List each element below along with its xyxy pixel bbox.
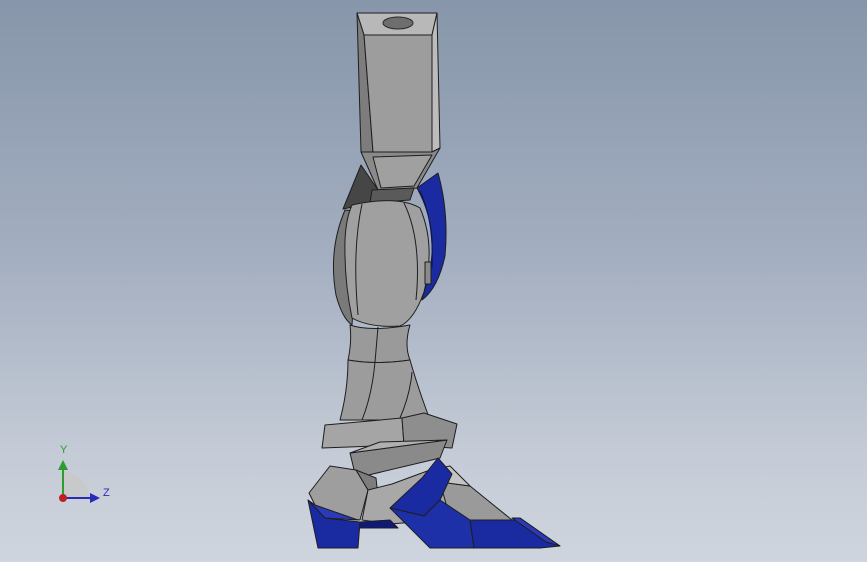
thigh-top-hole [382, 16, 414, 30]
shin-part[interactable] [339, 324, 431, 421]
shin-upper [347, 324, 411, 363]
orientation-triad [58, 460, 100, 503]
toe-armor [469, 517, 561, 549]
z-axis-arrow [90, 493, 100, 503]
calf-notch [424, 261, 432, 285]
z-axis-label: Z [103, 487, 110, 499]
y-axis-label: Y [60, 444, 68, 456]
thigh-part[interactable] [356, 12, 441, 191]
shin-lower [339, 359, 431, 421]
triad-quarter-disc [63, 472, 89, 498]
y-axis-arrow [58, 460, 68, 470]
thigh-right-face [431, 12, 441, 153]
thigh-front-face [363, 34, 433, 153]
calf-part[interactable] [332, 200, 432, 327]
triad-origin [59, 494, 67, 502]
graphics-viewport[interactable]: Y Z [0, 0, 867, 562]
leg-model[interactable] [0, 0, 867, 562]
